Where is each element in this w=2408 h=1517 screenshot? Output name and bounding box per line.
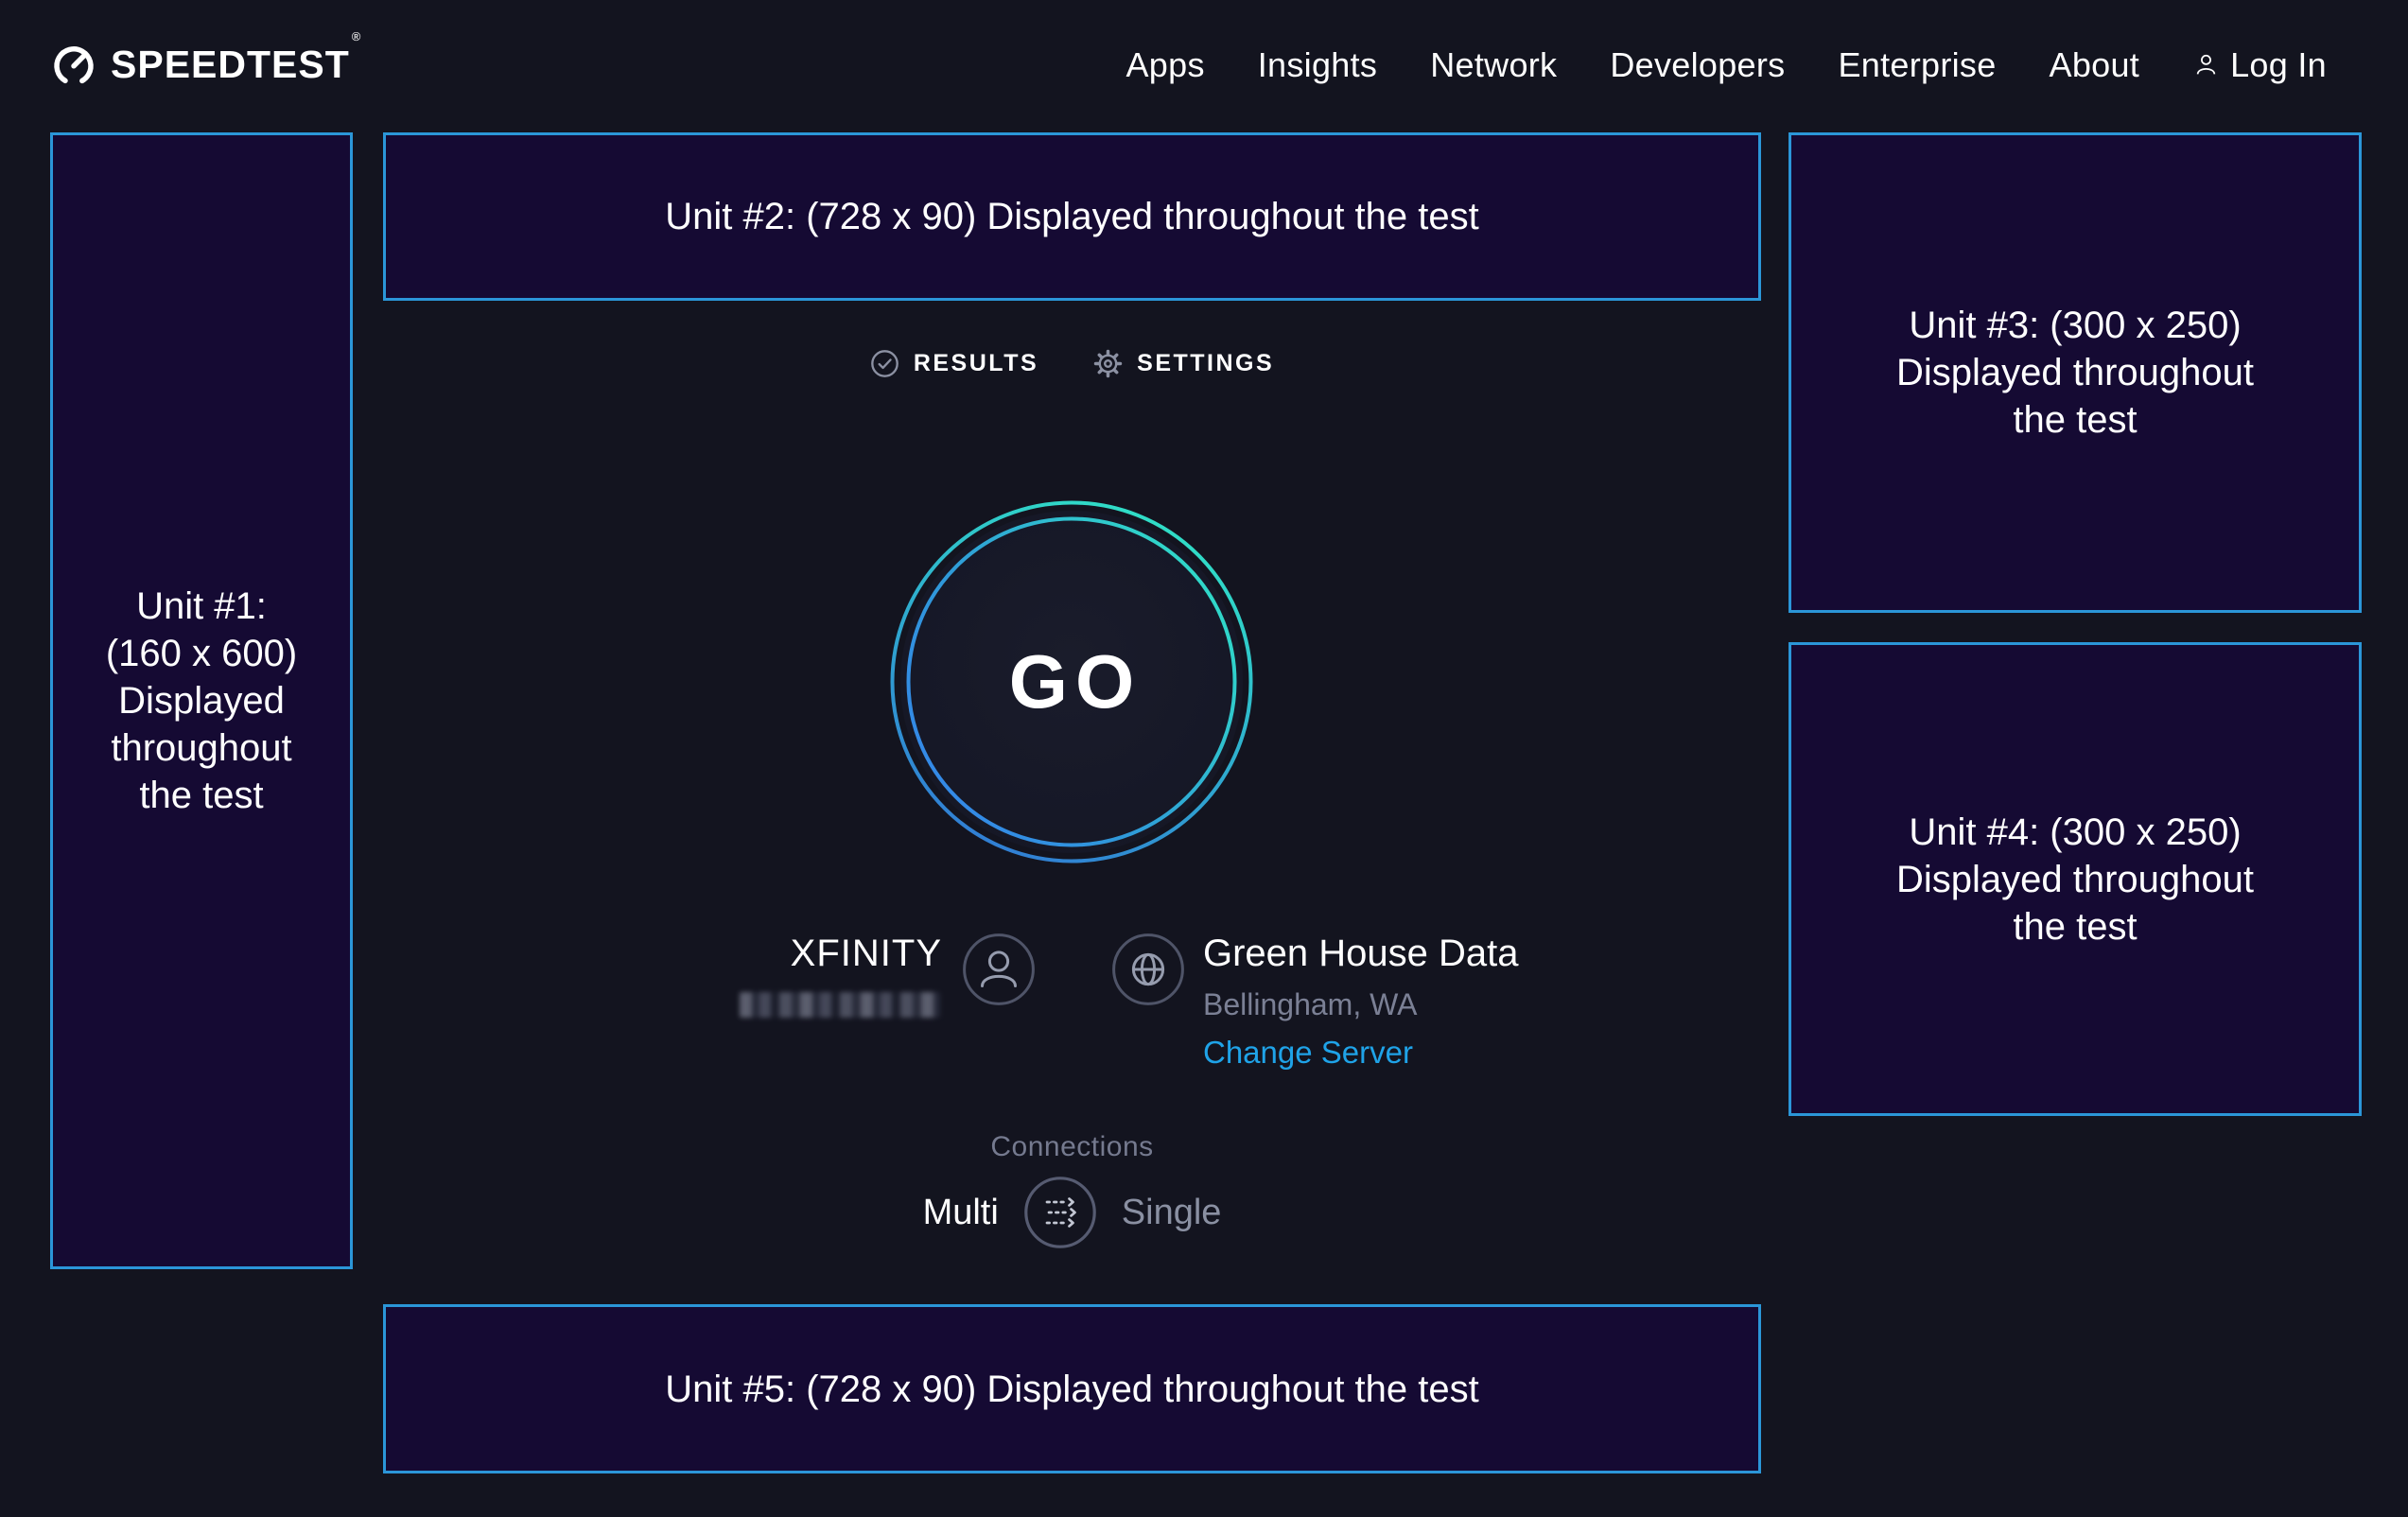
- ad-text: Unit #3: (300 x 250): [1909, 302, 2241, 349]
- ad-text: Unit #4: (300 x 250): [1909, 809, 2241, 856]
- change-server-link[interactable]: Change Server: [1203, 1035, 1413, 1071]
- ad-text: (160 x 600): [106, 630, 297, 677]
- ad-text: the test: [2013, 396, 2137, 444]
- check-circle-icon: [870, 349, 899, 378]
- dashed-arrows-icon: [1023, 1176, 1097, 1249]
- tab-results-label: RESULTS: [914, 350, 1038, 377]
- go-label: GO: [890, 500, 1253, 863]
- ad-text: Displayed throughout: [1896, 856, 2254, 903]
- tab-settings-label: SETTINGS: [1137, 350, 1274, 377]
- top-nav-bar: SPEEDTEST® Apps Insights Network Develop…: [0, 0, 2408, 130]
- ad-unit-4: Unit #4: (300 x 250) Displayed throughou…: [1789, 642, 2362, 1116]
- trademark-symbol: ®: [352, 29, 362, 44]
- tab-settings[interactable]: SETTINGS: [1093, 349, 1274, 378]
- server-globe-circle-icon: [1111, 933, 1185, 1011]
- server-location: Bellingham, WA: [1203, 987, 1417, 1022]
- main-nav: Apps Insights Network Developers Enterpr…: [1125, 0, 2327, 130]
- connections-single-label: Single: [1122, 1193, 1222, 1233]
- connections-label: Connections: [383, 1131, 1761, 1163]
- ad-text: the test: [2013, 903, 2137, 950]
- isp-name: XFINITY: [605, 933, 942, 975]
- nav-item-insights[interactable]: Insights: [1258, 45, 1377, 85]
- login-button[interactable]: Log In: [2192, 45, 2327, 85]
- ad-text: throughout: [111, 724, 291, 772]
- tab-results[interactable]: RESULTS: [870, 349, 1038, 378]
- nav-item-developers[interactable]: Developers: [1610, 45, 1785, 85]
- ad-unit-2: Unit #2: (728 x 90) Displayed throughout…: [383, 132, 1761, 301]
- ad-text: Displayed: [118, 677, 285, 724]
- gear-icon: [1093, 349, 1123, 378]
- ad-text: the test: [139, 772, 263, 819]
- speedtest-page: SPEEDTEST® Apps Insights Network Develop…: [0, 0, 2408, 1517]
- ad-unit-5: Unit #5: (728 x 90) Displayed throughout…: [383, 1304, 1761, 1473]
- user-icon: [2192, 51, 2220, 78]
- ad-unit-3: Unit #3: (300 x 250) Displayed throughou…: [1789, 132, 2362, 613]
- nav-item-network[interactable]: Network: [1430, 45, 1557, 85]
- connections-multi-label: Multi: [923, 1193, 999, 1233]
- nav-item-apps[interactable]: Apps: [1125, 45, 1204, 85]
- nav-item-about[interactable]: About: [2050, 45, 2140, 85]
- speedometer-gauge-icon: [50, 42, 97, 89]
- connections-toggle-row: Multi Single: [383, 1173, 1761, 1252]
- nav-item-enterprise[interactable]: Enterprise: [1838, 45, 1996, 85]
- go-button[interactable]: GO: [890, 500, 1253, 863]
- connections-toggle-button[interactable]: [1023, 1176, 1097, 1249]
- server-name: Green House Data: [1203, 933, 1519, 975]
- isp-user-circle-icon: [962, 933, 1036, 1011]
- ad-text: Unit #2: (728 x 90) Displayed throughout…: [665, 193, 1479, 240]
- logo-wordmark: SPEEDTEST®: [111, 43, 359, 87]
- isp-redacted-text: [740, 992, 940, 1018]
- login-label: Log In: [2230, 45, 2327, 85]
- view-tabs: RESULTS: [383, 342, 1761, 384]
- speedtest-logo[interactable]: SPEEDTEST®: [50, 0, 359, 130]
- ad-unit-1: Unit #1: (160 x 600) Displayed throughou…: [50, 132, 353, 1269]
- ad-text: Displayed throughout: [1896, 349, 2254, 396]
- ad-text: Unit #1:: [136, 583, 267, 630]
- ad-text: Unit #5: (728 x 90) Displayed throughout…: [665, 1366, 1479, 1413]
